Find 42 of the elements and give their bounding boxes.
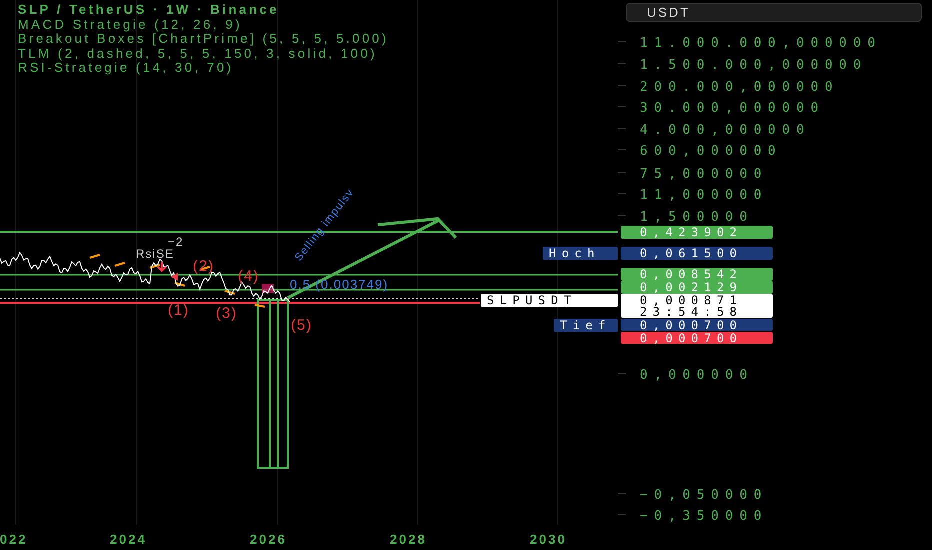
price-tag: 0,000871 23:54:58 [621, 294, 773, 319]
price-tag: 0,061500 [621, 246, 773, 260]
chart-annotation: (3) [216, 305, 238, 322]
chart-annotation: (5) [291, 317, 312, 334]
indicator-label[interactable]: Breakout Boxes [ChartPrime] (5, 5, 5, 5.000) [18, 32, 389, 46]
price-tag: 0,002129 [621, 280, 773, 294]
price-axis-label: 75,000000 [640, 167, 768, 182]
price-tag-label: SLPUSDT [481, 294, 618, 308]
price-axis-label: 200.000,000000 [640, 80, 840, 95]
price-tag: 0,008542 [621, 268, 773, 282]
time-axis-label: 022 [0, 532, 28, 547]
indicator-label[interactable]: RSI-Strategie (14, 30, 70) [18, 61, 234, 76]
price-tag: 0,000700 [621, 332, 773, 346]
symbol-title: SLP / TetherUS · 1W · Binance [18, 3, 280, 18]
price-axis-label: −0,050000 [640, 488, 768, 503]
arrow-down-icon [157, 261, 167, 272]
price-axis-label: 600,000000 [640, 144, 782, 159]
price-axis-label: 11,000000 [640, 188, 768, 203]
chart-annotation: (2) [193, 258, 214, 275]
price-axis-label: 30.000,000000 [640, 101, 825, 116]
price-axis-label: 11.000.000,000000 [640, 36, 882, 51]
price-axis-label: 1.500.000,000000 [640, 58, 868, 73]
price-tag-label: Tief [554, 318, 618, 332]
price-axis-label: −0,350000 [640, 509, 768, 524]
currency-button[interactable]: USDT [626, 3, 922, 22]
chart-annotation: (1) [168, 302, 190, 319]
indicator-label[interactable]: MACD Strategie (12, 26, 9) [18, 18, 242, 32]
price-tag: 0,423902 [621, 226, 773, 240]
chart-annotation: 0.5 (0.003749) [290, 277, 389, 292]
time-axis-label: 2026 [250, 532, 287, 547]
time-axis-label: 2024 [110, 532, 147, 547]
price-tag-label: Hoch [543, 246, 618, 260]
flag-icon [171, 273, 178, 281]
price-axis-label: 0,000000 [640, 368, 754, 383]
indicator-label[interactable]: TLM (2, dashed, 5, 5, 5, 150, 3, solid, 100) [18, 46, 378, 61]
price-tag: 0,000700 [621, 318, 773, 332]
price-axis-label: 1,500000 [640, 210, 754, 225]
time-axis-label: 2028 [390, 532, 427, 547]
chart-annotation: RsiSE [136, 247, 174, 261]
chart-annotation: −2 [168, 235, 184, 249]
time-axis-label: 2030 [530, 532, 567, 547]
price-axis-label: 4.000,000000 [640, 123, 811, 138]
